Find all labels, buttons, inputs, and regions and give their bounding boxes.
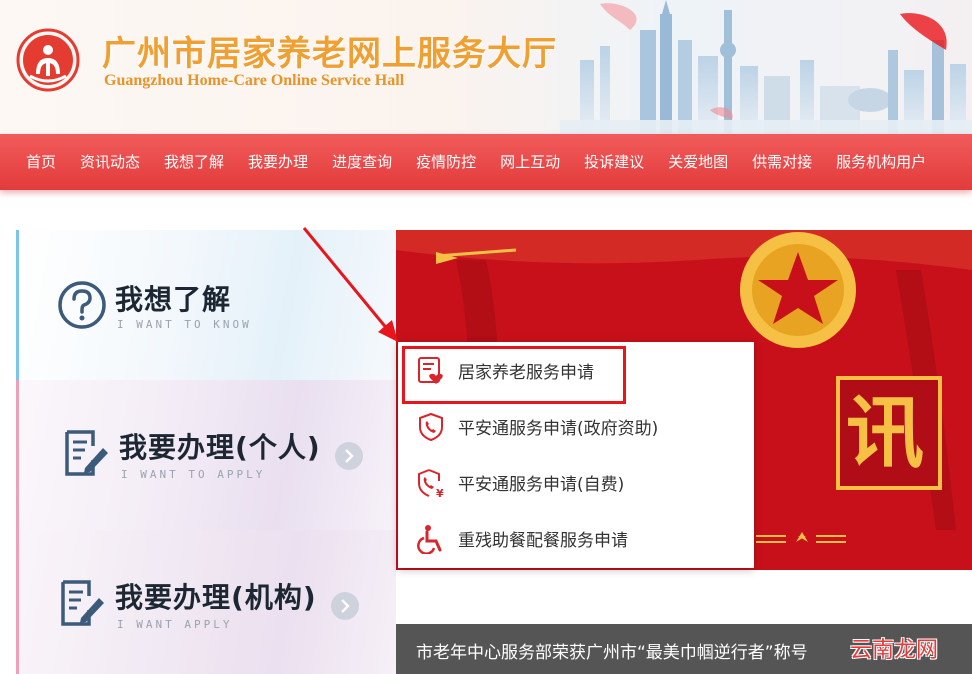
nav-item-interaction[interactable]: 网上互动 <box>488 134 572 190</box>
banner-caption[interactable]: 市老年中心服务部荣获广州市“最美巾帼逆行者”称号 <box>416 638 808 663</box>
question-icon <box>58 281 106 329</box>
card-subtitle: I WANT TO APPLY <box>121 468 266 481</box>
svg-text:¥: ¥ <box>436 487 444 498</box>
menu-item-label: 平安通服务申请(政府资助) <box>458 419 659 439</box>
chevron-right-icon[interactable] <box>335 442 363 470</box>
card-title: 我想了解 <box>115 283 232 316</box>
site-header: 广州市居家养老网上服务大厅 Guangzhou Home-Care Online… <box>0 0 972 134</box>
card-apply-organization[interactable]: 我要办理(机构) I WANT APPLY <box>16 530 396 674</box>
service-cards: 我想了解 I WANT TO KNOW 我要办理(个人) I WANT TO A… <box>16 230 396 674</box>
nav-item-news[interactable]: 资讯动态 <box>68 134 152 190</box>
banner-character: 讯 <box>846 388 925 479</box>
form-edit-icon <box>65 430 108 476</box>
wheelchair-icon <box>417 525 442 554</box>
card-subtitle: I WANT TO KNOW <box>117 318 252 331</box>
apply-dropdown-menu: 居家养老服务申请 平安通服务申请(政府资助) ¥ 平安通服务申请(自费) 重残助… <box>398 342 754 568</box>
menu-item-ping-an-tong-subsidized[interactable]: 平安通服务申请(政府资助) <box>398 398 754 454</box>
nav-item-institution-user[interactable]: 服务机构用户 <box>824 134 938 190</box>
nav-item-want-to-know[interactable]: 我想了解 <box>152 134 236 190</box>
main-nav: 首页 资讯动态 我想了解 我要办理 进度查询 疫情防控 网上互动 投诉建议 关爱… <box>0 134 972 190</box>
site-logo[interactable] <box>16 28 80 92</box>
menu-item-label: 重残助餐配餐服务申请 <box>458 531 628 551</box>
card-want-to-know[interactable]: 我想了解 I WANT TO KNOW <box>16 230 396 380</box>
form-edit-icon <box>61 580 104 626</box>
site-title: 广州市居家养老网上服务大厅 <box>102 34 557 74</box>
nav-list: 首页 资讯动态 我想了解 我要办理 进度查询 疫情防控 网上互动 投诉建议 关爱… <box>0 134 972 190</box>
nav-item-epidemic[interactable]: 疫情防控 <box>404 134 488 190</box>
card-title-main: 我要办理 <box>115 581 232 614</box>
watermark: 云南龙网 <box>849 638 938 663</box>
shield-phone-yen-icon: ¥ <box>418 469 444 498</box>
document-heart-icon <box>418 357 443 384</box>
nav-item-want-to-apply[interactable]: 我要办理 <box>236 134 320 190</box>
shield-phone-icon <box>419 412 443 442</box>
card-title-suffix: (机构) <box>231 581 317 614</box>
menu-item-ping-an-tong-self-paid[interactable]: ¥ 平安通服务申请(自费) <box>398 454 754 510</box>
banner-caption-bar[interactable]: 市老年中心服务部荣获广州市“最美巾帼逆行者”称号 云南龙网 <box>396 624 972 674</box>
chevron-right-icon[interactable] <box>331 592 359 620</box>
nav-item-progress[interactable]: 进度查询 <box>320 134 404 190</box>
city-skyline-illustration <box>560 0 972 134</box>
page: 广州市居家养老网上服务大厅 Guangzhou Home-Care Online… <box>0 0 972 674</box>
card-subtitle: I WANT APPLY <box>117 618 233 631</box>
nav-item-supply-demand[interactable]: 供需对接 <box>740 134 824 190</box>
nav-item-complaints[interactable]: 投诉建议 <box>572 134 656 190</box>
menu-item-label: 平安通服务申请(自费) <box>458 475 625 495</box>
card-title: 我要办理(机构) <box>115 576 317 616</box>
card-title-main: 我要办理 <box>119 431 236 464</box>
card-title: 我要办理(个人) <box>119 426 321 466</box>
menu-item-disabled-meal-service[interactable]: 重残助餐配餐服务申请 <box>398 510 754 566</box>
menu-item-label: 居家养老服务申请 <box>458 363 594 383</box>
card-apply-personal[interactable]: 我要办理(个人) I WANT TO APPLY <box>16 380 396 530</box>
nav-item-care-map[interactable]: 关爱地图 <box>656 134 740 190</box>
menu-item-home-care-application[interactable]: 居家养老服务申请 <box>398 342 754 398</box>
card-title-suffix: (个人) <box>235 431 321 464</box>
site-subtitle: Guangzhou Home-Care Online Service Hall <box>104 72 405 89</box>
nav-item-home[interactable]: 首页 <box>14 134 68 190</box>
